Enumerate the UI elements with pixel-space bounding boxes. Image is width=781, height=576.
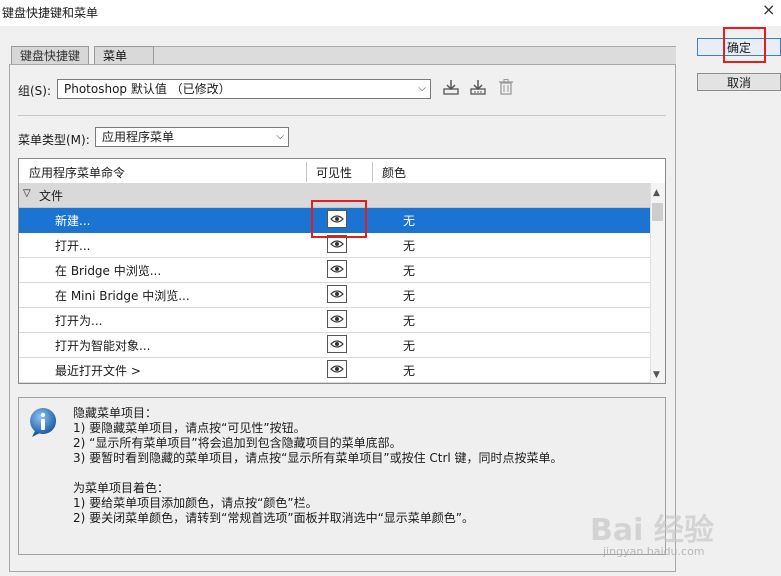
info-icon: [27, 406, 59, 441]
expand-triangle-icon[interactable]: ▽: [23, 188, 31, 199]
visibility-eye-icon[interactable]: [327, 285, 347, 303]
menu-command-table: 应用程序菜单命令 可见性 颜色 ▽ 文件 新建... 无打开... 无在 Bridg…: [18, 158, 666, 384]
set-label: 组(S):: [18, 84, 52, 98]
menu-command-name: 打开为智能对象...: [55, 339, 151, 353]
menu-type-select[interactable]: 应用程序菜单 ⌵: [95, 127, 289, 147]
menu-command-name: 在 Bridge 中浏览...: [55, 264, 162, 278]
menu-color-value[interactable]: 无: [403, 337, 415, 354]
scroll-down-icon[interactable]: ▼: [653, 370, 660, 380]
menu-type-label: 菜单类型(M):: [18, 133, 90, 147]
visibility-eye-icon[interactable]: [327, 360, 347, 378]
highlight-box: [311, 200, 367, 238]
watermark-logo: Bai 经验: [590, 513, 714, 548]
menu-color-value[interactable]: 无: [403, 312, 415, 329]
menu-command-name: 最近打开文件 >: [55, 364, 141, 378]
table-row[interactable]: 打开为... 无: [19, 308, 650, 333]
menu-color-value[interactable]: 无: [403, 287, 415, 304]
save-set-as-icon[interactable]: [468, 78, 488, 98]
table-header: 应用程序菜单命令 可见性 颜色: [19, 159, 665, 184]
watermark-url: jingyan.baidu.com: [603, 545, 705, 558]
visibility-eye-icon[interactable]: [327, 260, 347, 278]
menu-command-name: 在 Mini Bridge 中浏览...: [55, 289, 190, 303]
menu-command-name: 打开为...: [55, 314, 103, 328]
visibility-eye-icon[interactable]: [327, 335, 347, 353]
table-row[interactable]: 在 Bridge 中浏览... 无: [19, 258, 650, 283]
scrollbar-thumb[interactable]: [652, 203, 663, 221]
tab-keyboard-shortcuts[interactable]: 键盘快捷键: [11, 46, 90, 65]
column-header-color[interactable]: 颜色: [382, 164, 406, 181]
divider: [18, 115, 666, 116]
close-icon[interactable]: ×: [762, 0, 775, 19]
title-bar: [0, 0, 781, 26]
menu-command-name: 打开...: [55, 239, 91, 253]
menu-color-value[interactable]: 无: [403, 212, 415, 229]
group-label: 文件: [39, 189, 64, 203]
menu-color-value[interactable]: 无: [403, 237, 415, 254]
column-header-visibility[interactable]: 可见性: [316, 164, 352, 181]
table-row[interactable]: 在 Mini Bridge 中浏览... 无: [19, 283, 650, 308]
chevron-down-icon: ⌵: [276, 131, 284, 142]
highlight-box: [723, 27, 766, 63]
trash-icon[interactable]: [496, 78, 516, 98]
table-row[interactable]: 打开为智能对象... 无: [19, 333, 650, 358]
visibility-eye-icon[interactable]: [327, 310, 347, 328]
column-divider: [306, 162, 307, 182]
set-select[interactable]: Photoshop 默认值 （已修改） ⌵: [57, 79, 431, 99]
cancel-button[interactable]: 取消: [697, 73, 781, 91]
tab-strip: [148, 46, 676, 64]
info-text: 隐藏菜单项目： 1) 要隐藏菜单项目，请点按“可见性”按钮。 2) “显示所有菜…: [73, 406, 563, 525]
tab-menus[interactable]: 菜单: [94, 46, 155, 65]
scroll-up-icon[interactable]: ▲: [653, 188, 660, 198]
window-title: 键盘快捷键和菜单: [2, 6, 99, 20]
menu-type-value: 应用程序菜单: [102, 130, 175, 144]
table-row[interactable]: 最近打开文件 > 无: [19, 358, 650, 383]
info-panel: 隐藏菜单项目： 1) 要隐藏菜单项目，请点按“可见性”按钮。 2) “显示所有菜…: [18, 397, 666, 555]
column-divider: [372, 162, 373, 182]
chevron-down-icon: ⌵: [418, 83, 426, 94]
menu-color-value[interactable]: 无: [403, 262, 415, 279]
set-select-value: Photoshop 默认值 （已修改）: [64, 82, 231, 96]
save-set-icon[interactable]: [441, 78, 461, 98]
menu-command-name: 新建...: [55, 214, 91, 228]
menu-color-value[interactable]: 无: [403, 362, 415, 379]
column-header-command[interactable]: 应用程序菜单命令: [29, 164, 125, 181]
